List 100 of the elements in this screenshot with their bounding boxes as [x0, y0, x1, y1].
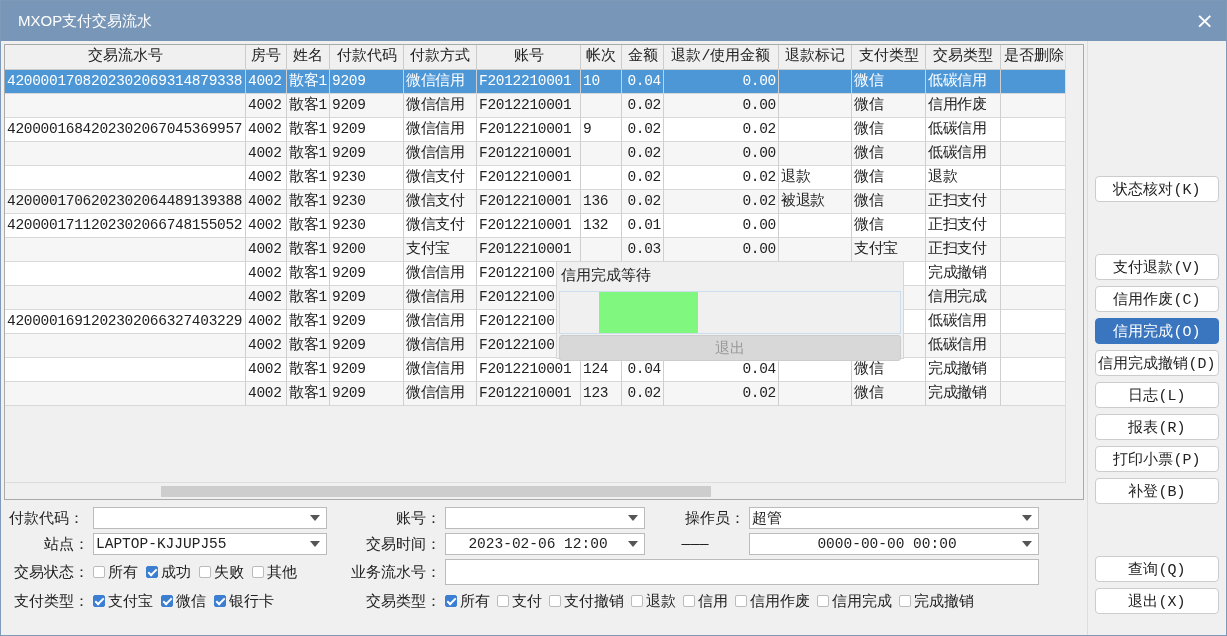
table-cell: 0.04 — [627, 73, 661, 89]
table-cell: 正扫支付 — [928, 193, 987, 209]
action-button[interactable]: 查询(Q) — [1095, 556, 1219, 582]
table-row[interactable]: 4200001706202302064489139388 4002 散客1 9230 微信支付 F2012210001 136 0.02 0.02 被退款 微信 正扫支付 — [5, 190, 1067, 214]
table-cell: 9230 — [332, 169, 366, 185]
table-row[interactable]: 4002 散客1 9200 支付宝 F2012210001 0.03 0.00 支付宝 正扫支付 — [5, 238, 1067, 262]
table-cell: 微信 — [854, 145, 884, 161]
table-cell: 微信信用 — [406, 97, 465, 113]
table-cell: F2012210001 — [479, 145, 572, 161]
trade-type-checkbox[interactable]: 所有 — [445, 591, 490, 611]
table-cell: 微信支付 — [406, 169, 465, 185]
table-cell: 9209 — [332, 337, 366, 353]
action-button[interactable]: 状态核对(K) — [1095, 176, 1219, 202]
status-checkbox[interactable]: 成功 — [146, 562, 191, 582]
table-cell: 散客1 — [289, 121, 327, 137]
trade-type-checkbox[interactable]: 信用作废 — [735, 591, 810, 611]
table-cell: 4002 — [248, 145, 282, 161]
table-cell: F2012210001 — [479, 385, 572, 401]
action-button[interactable]: 补登(B) — [1095, 478, 1219, 504]
action-button[interactable]: 支付退款(V) — [1095, 254, 1219, 280]
status-checkbox[interactable]: 其他 — [252, 562, 297, 582]
table-cell: F20122100 — [479, 337, 555, 353]
action-button[interactable]: 信用完成(O) — [1095, 318, 1219, 344]
table-row[interactable]: 4002 散客1 9209 微信信用 F2012210001 0.02 0.00 微信 低碳信用 — [5, 142, 1067, 166]
pay-type-checkbox[interactable]: 微信 — [161, 591, 206, 611]
table-cell: 0.02 — [627, 145, 661, 161]
table-cell: 0.02 — [627, 97, 661, 113]
trade-type-checkbox[interactable]: 信用 — [683, 591, 728, 611]
pay-type-checkbox[interactable]: 支付宝 — [93, 591, 153, 611]
pay-type-checkbox[interactable]: 银行卡 — [214, 591, 274, 611]
table-cell: 低碳信用 — [928, 145, 987, 161]
table-cell: 9200 — [332, 241, 366, 257]
table-cell: 散客1 — [289, 145, 327, 161]
table-cell: 0.01 — [627, 217, 661, 233]
table-cell: 4002 — [248, 361, 282, 377]
action-button[interactable]: 打印小票(P) — [1095, 446, 1219, 472]
table-cell: 0.02 — [742, 121, 776, 137]
table-cell: 4200001706202302064489139388 — [7, 193, 243, 209]
table-cell: 微信 — [854, 361, 884, 377]
action-button[interactable]: 信用完成撤销(D) — [1095, 350, 1219, 376]
scrollbar-thumb[interactable] — [161, 486, 711, 497]
station-dropdown[interactable]: LAPTOP-KJJUPJ55 — [93, 533, 327, 555]
field-label: 账号： — [395, 509, 442, 528]
account-dropdown[interactable] — [445, 507, 645, 529]
action-button[interactable]: 退出(X) — [1095, 588, 1219, 614]
table-cell: 0.02 — [627, 193, 661, 209]
trade-type-checkbox[interactable]: 支付 — [497, 591, 542, 611]
table-row[interactable]: 4002 散客1 9209 微信信用 F2012210001 124 0.04 0.04 微信 完成撤销 — [5, 358, 1067, 382]
end-time-dropdown[interactable]: 0000-00-00 00:00 — [749, 533, 1039, 555]
serial-number-field[interactable] — [445, 559, 1039, 585]
trade-type-checkbox[interactable]: 信用完成 — [817, 591, 892, 611]
table-cell: 微信 — [854, 73, 884, 89]
status-checkbox[interactable]: 所有 — [93, 562, 138, 582]
action-button[interactable]: 信用作废(C) — [1095, 286, 1219, 312]
table-row[interactable]: 4002 散客1 9209 微信信用 F2012210001 0.02 0.00 微信 信用作废 — [5, 94, 1067, 118]
table-cell: 4002 — [248, 385, 282, 401]
table-cell: 低碳信用 — [928, 121, 987, 137]
table-cell: 4002 — [248, 193, 282, 209]
action-button[interactable]: 日志(L) — [1095, 382, 1219, 408]
table-row[interactable]: 4002 散客1 9209 微信信用 F2012210001 123 0.02 0.02 微信 完成撤销 — [5, 382, 1067, 406]
table-cell: 9209 — [332, 265, 366, 281]
table-cell: 4002 — [248, 265, 282, 281]
table-cell: F2012210001 — [479, 193, 572, 209]
start-time-dropdown[interactable]: 2023-02-06 12:00 — [445, 533, 645, 555]
trade-type-checkbox[interactable]: 退款 — [631, 591, 676, 611]
table-cell: F2012210001 — [479, 169, 572, 185]
status-checkbox[interactable]: 失败 — [199, 562, 244, 582]
table-row[interactable]: 4200001711202302066748155052 4002 散客1 9230 微信支付 F2012210001 132 0.01 0.00 微信 正扫支付 — [5, 214, 1067, 238]
table-cell: 0.00 — [742, 145, 776, 161]
table-cell: F2012210001 — [479, 73, 572, 89]
table-cell: 123 — [583, 385, 609, 401]
table-cell: 124 — [583, 361, 609, 377]
payment-code-dropdown[interactable] — [93, 507, 327, 529]
table-cell: 散客1 — [289, 337, 327, 353]
table-cell: 微信信用 — [406, 73, 465, 89]
table-cell: 0.00 — [742, 241, 776, 257]
table-row[interactable]: 4200001684202302067045369957 4002 散客1 9209 微信信用 F2012210001 9 0.02 0.02 微信 低碳信用 — [5, 118, 1067, 142]
table-cell: 136 — [583, 193, 609, 209]
table-cell: 散客1 — [289, 265, 327, 281]
table-cell: 4200001691202302066327403229 — [7, 313, 243, 329]
operator-dropdown[interactable]: 超管 — [749, 507, 1039, 529]
table-cell: F2012210001 — [479, 121, 572, 137]
table-cell: 0.00 — [742, 73, 776, 89]
table-cell: 微信信用 — [406, 361, 465, 377]
dropdown-arrow-icon — [310, 541, 320, 547]
table-cell: 微信 — [854, 97, 884, 113]
field-label: 业务流水号： — [350, 563, 442, 582]
table-cell: 支付宝 — [854, 241, 899, 257]
table-cell: 9209 — [332, 313, 366, 329]
field-label: 付款代码： — [8, 509, 85, 528]
horizontal-scrollbar[interactable] — [5, 482, 1066, 499]
action-button[interactable]: 报表(R) — [1095, 414, 1219, 440]
table-cell: 低碳信用 — [928, 73, 987, 89]
table-cell: 4002 — [248, 241, 282, 257]
table-cell: 0.02 — [742, 169, 776, 185]
table-row[interactable]: 4002 散客1 9230 微信支付 F2012210001 0.02 0.02 退款 微信 退款 — [5, 166, 1067, 190]
table-cell: 132 — [583, 217, 609, 233]
trade-type-checkbox[interactable]: 支付撤销 — [549, 591, 624, 611]
table-cell: 4002 — [248, 337, 282, 353]
trade-type-checkbox[interactable]: 完成撤销 — [899, 591, 974, 611]
